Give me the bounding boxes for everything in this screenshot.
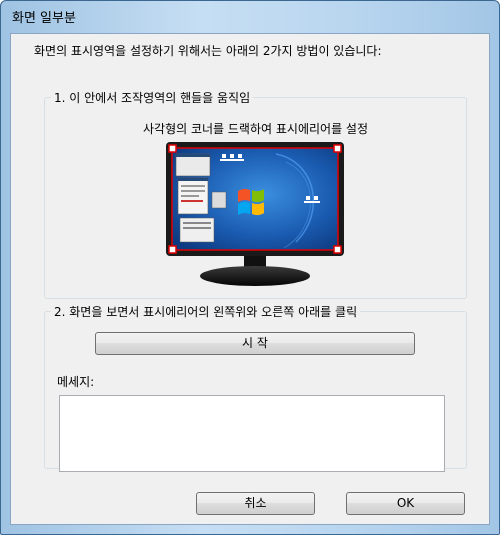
intro-text: 화면의 표시영역을 설정하기 위해서는 아래의 2가지 방법이 있습니다:	[34, 44, 382, 58]
ok-button[interactable]: OK	[346, 492, 465, 515]
message-label: 메세지:	[57, 375, 95, 389]
dialog-window: 화면 일부분 화면의 표시영역을 설정하기 위해서는 아래의 2가지 방법이 있…	[0, 0, 500, 535]
method2-legend: 2. 화면을 보면서 표시에리어의 왼쪽위와 오른쪽 아래를 클릭	[51, 303, 361, 320]
dialog-body: 화면의 표시영역을 설정하기 위해서는 아래의 2가지 방법이 있습니다: 1.…	[10, 33, 490, 525]
method2-group: 2. 화면을 보면서 표시에리어의 왼쪽위와 오른쪽 아래를 클릭 시 작 메세…	[44, 303, 467, 472]
start-button[interactable]: 시 작	[95, 332, 415, 355]
message-box[interactable]	[59, 395, 445, 472]
handle-top-right[interactable]	[333, 144, 342, 153]
method1-legend: 1. 이 안에서 조작영역의 핸들을 움직임	[51, 89, 254, 106]
cancel-button[interactable]: 취소	[196, 492, 315, 515]
monitor-stand-base	[200, 266, 310, 286]
handle-bottom-right[interactable]	[333, 245, 342, 254]
handle-bottom-left[interactable]	[168, 245, 177, 254]
title-bar[interactable]: 화면 일부분	[1, 1, 499, 33]
method1-instruction: 사각형의 코너를 드랙하여 표시에리어를 설정	[142, 122, 369, 136]
monitor-preview	[166, 142, 344, 286]
desktop-window-4	[179, 217, 215, 243]
handle-top-left[interactable]	[168, 144, 177, 153]
desktop-window-1	[175, 153, 211, 177]
desktop-window-3	[211, 191, 227, 209]
method1-group: 1. 이 안에서 조작영역의 핸들을 움직임 사각형의 코너를 드랙하여 표시에…	[44, 89, 467, 299]
window-title: 화면 일부분	[12, 11, 76, 26]
